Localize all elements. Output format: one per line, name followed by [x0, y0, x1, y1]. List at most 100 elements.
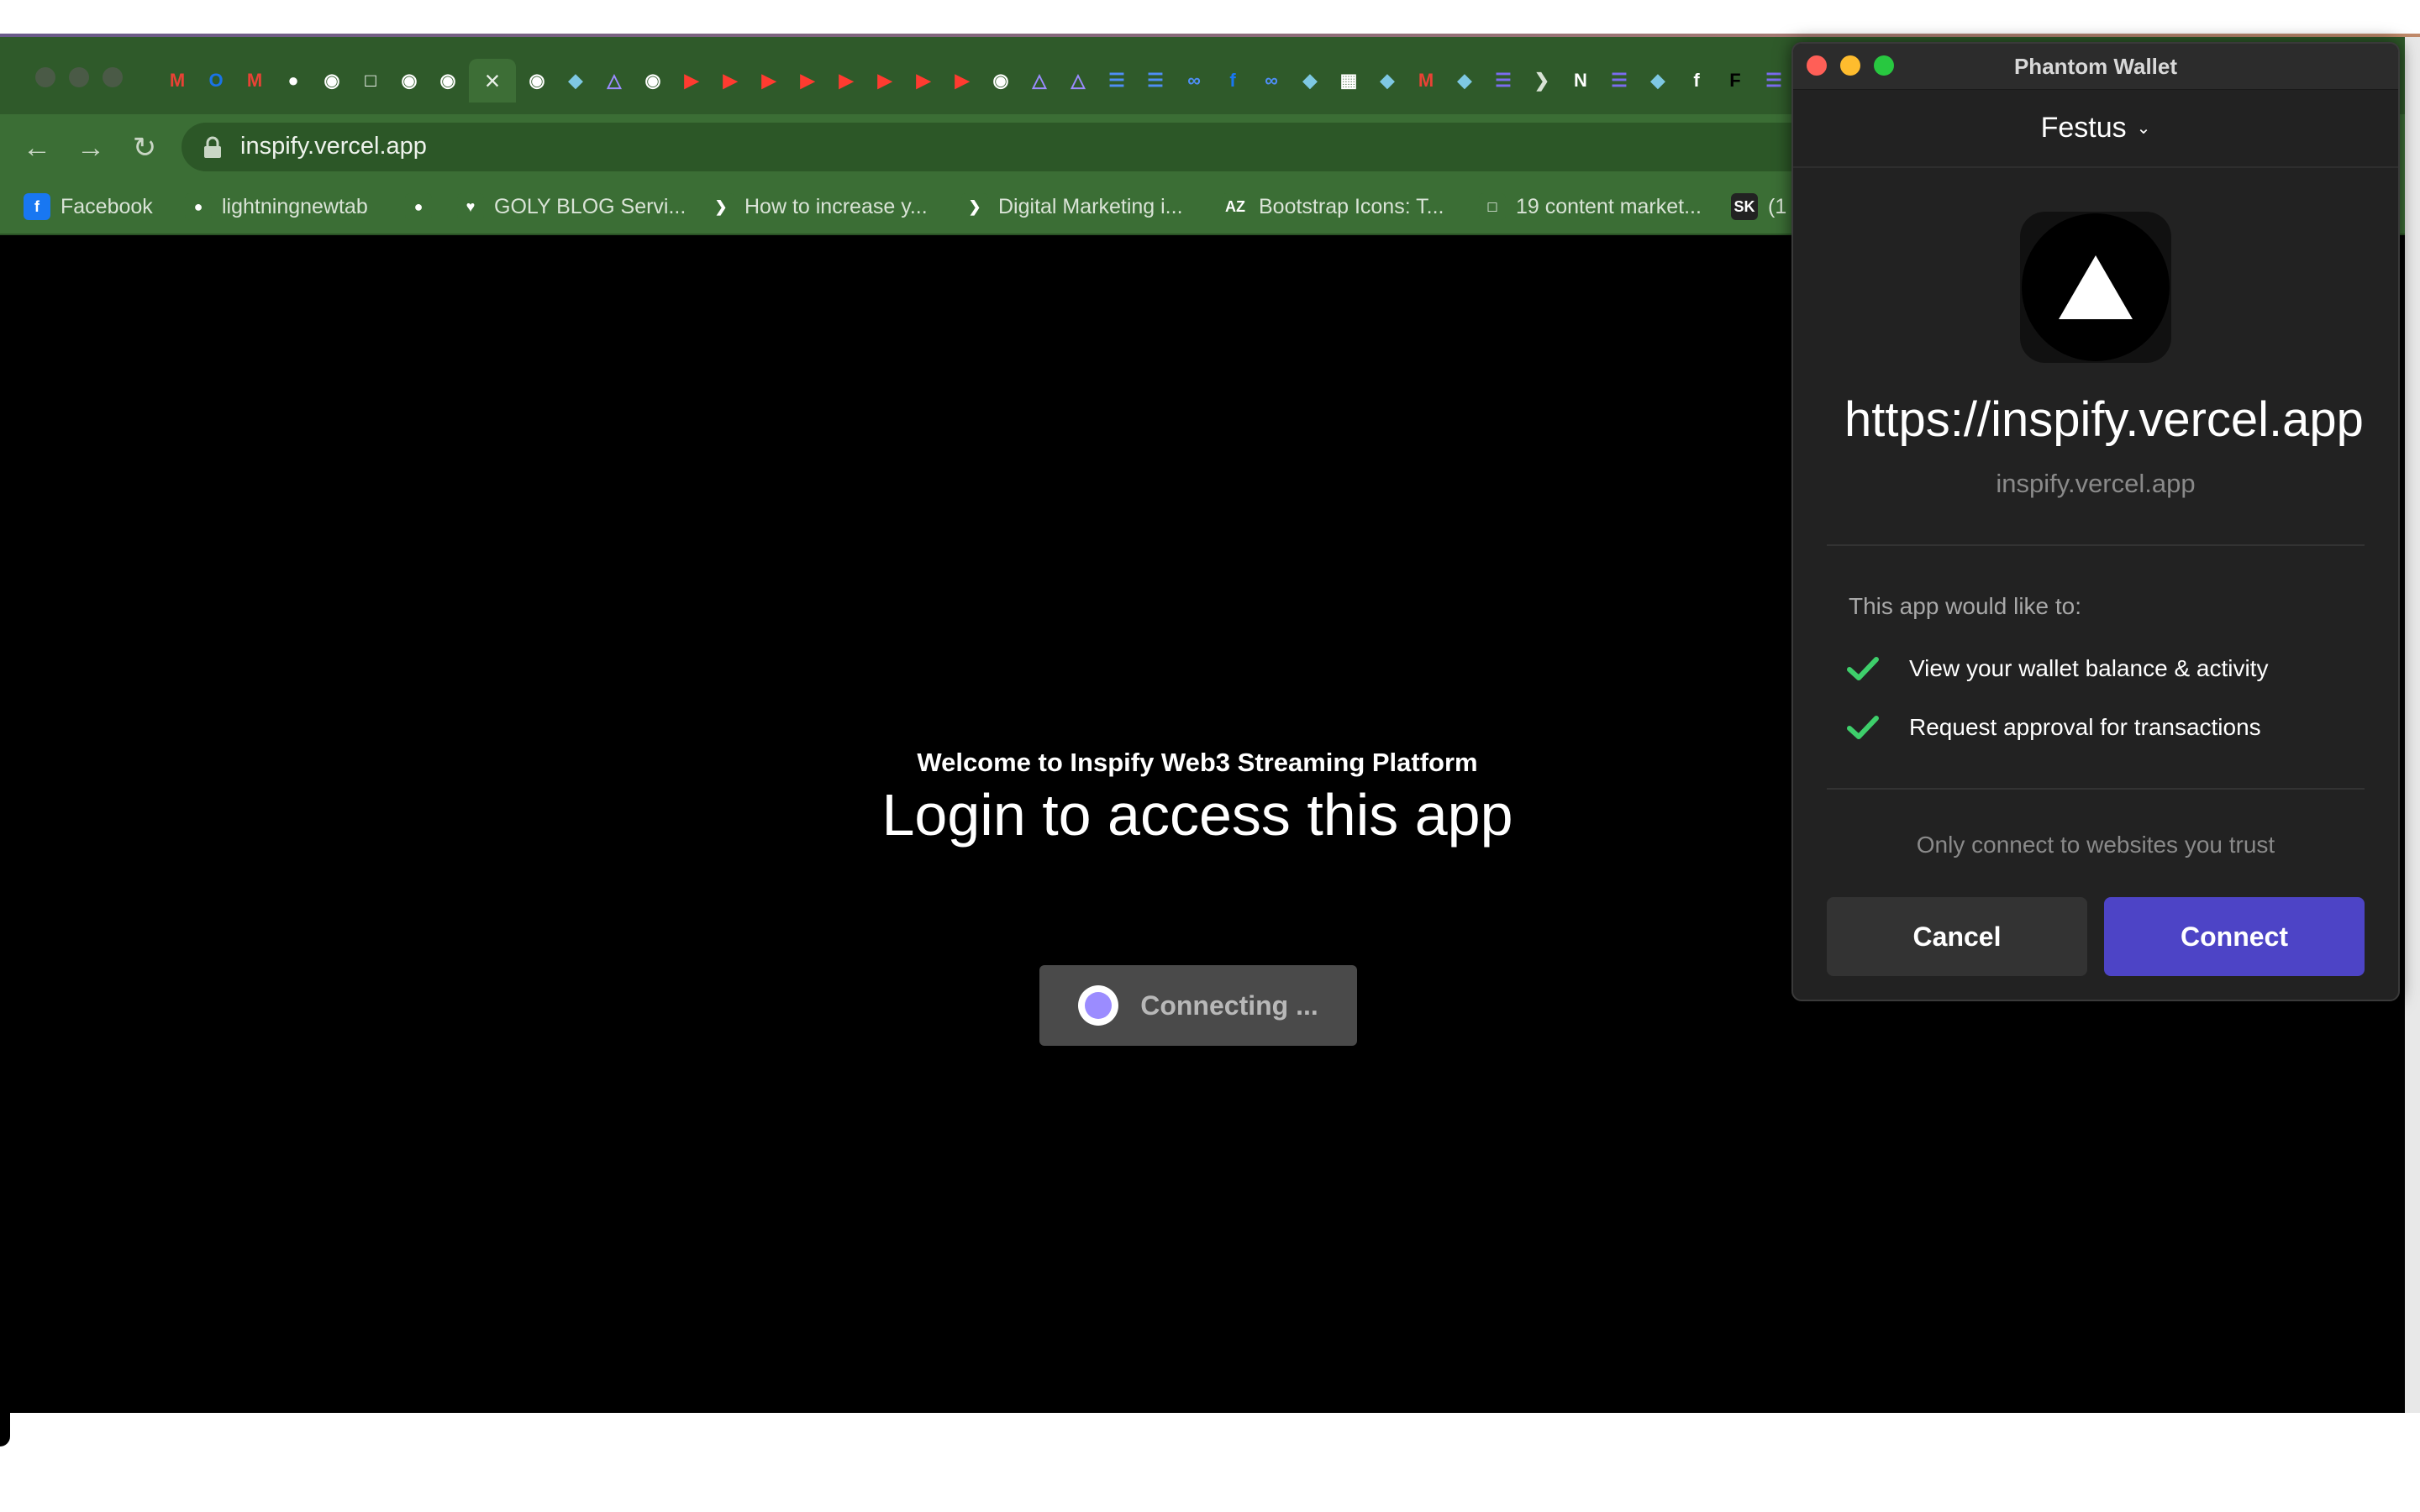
connecting-button[interactable]: Connecting ... — [1039, 965, 1357, 1046]
pixel-icon[interactable]: △ — [597, 63, 632, 98]
youtube-icon[interactable]: ▶ — [713, 63, 748, 98]
docs-icon[interactable]: ☰ — [1138, 63, 1173, 98]
popup-titlebar: Phantom Wallet — [1793, 44, 2398, 90]
permission-item: View your wallet balance & activity — [1847, 652, 2268, 685]
meta-icon[interactable]: ∞ — [1254, 63, 1289, 98]
github-icon[interactable]: ◉ — [430, 63, 466, 98]
bookmark-item[interactable]: ❯ How to increase y... — [708, 192, 928, 222]
arrow-icon: ❯ — [708, 193, 734, 220]
zoom-window-button[interactable] — [103, 67, 123, 87]
codepen-icon[interactable]: □ — [353, 63, 388, 98]
back-arrow-icon[interactable]: ← — [20, 131, 54, 165]
trust-note: Only connect to websites you trust — [1916, 832, 2275, 858]
permission-text: Request approval for transactions — [1909, 714, 2261, 740]
youtube-icon[interactable]: ▶ — [906, 63, 941, 98]
address-bar[interactable]: inspify.vercel.app — [182, 123, 1946, 171]
facebook-icon[interactable]: f — [1215, 63, 1250, 98]
bookmark-label: Bootstrap Icons: T... — [1259, 194, 1444, 218]
bookmark-item[interactable]: AZ Bootstrap Icons: T... — [1222, 192, 1444, 222]
bookmark-item[interactable]: ❯ Digital Marketing i... — [961, 192, 1183, 222]
list-icon[interactable]: ☰ — [1486, 63, 1521, 98]
bookmark-label: lightningnewtab — [222, 194, 368, 218]
notion-icon[interactable]: N — [1563, 63, 1598, 98]
github-icon[interactable]: ◉ — [635, 63, 671, 98]
outlook-icon[interactable]: O — [198, 63, 234, 98]
youtube-icon[interactable]: ▶ — [867, 63, 902, 98]
bookmark-label: (1 — [1768, 194, 1787, 218]
github-icon[interactable]: ◉ — [519, 63, 555, 98]
connecting-label: Connecting ... — [1140, 990, 1318, 1021]
cancel-button[interactable]: Cancel — [1827, 897, 2087, 976]
site-logo — [2020, 212, 2171, 363]
bookmark-label: GOLY BLOG Servi... — [494, 194, 687, 218]
desktop-bottom — [0, 1413, 2420, 1512]
sk-icon: SK — [1731, 193, 1758, 220]
bookmark-label: 19 content market... — [1516, 194, 1702, 218]
github-icon[interactable]: ◉ — [314, 63, 350, 98]
site-domain: inspify.vercel.app — [1996, 469, 2196, 498]
bookmark-label: How to increase y... — [744, 194, 928, 218]
globe-icon[interactable]: ● — [276, 63, 311, 98]
docs-icon[interactable]: ☰ — [1099, 63, 1134, 98]
window-corner — [0, 1413, 10, 1446]
bookmark-item[interactable]: SK (1 — [1731, 192, 1786, 222]
phantom-ghost-icon — [1078, 985, 1119, 1026]
forward-arrow-icon[interactable]: → — [74, 131, 108, 165]
app-icon[interactable]: ◆ — [1292, 63, 1328, 98]
app-icon[interactable]: ◆ — [1447, 63, 1482, 98]
permissions-title: This app would like to: — [1849, 593, 2082, 619]
app-icon[interactable]: ◆ — [1640, 63, 1676, 98]
reload-icon[interactable]: ↻ — [128, 131, 161, 165]
github-icon[interactable]: ◉ — [392, 63, 427, 98]
az-icon: AZ — [1222, 193, 1249, 220]
youtube-icon[interactable]: ▶ — [674, 63, 709, 98]
divider — [1827, 544, 2365, 546]
divider — [1827, 788, 2365, 790]
bookmark-item[interactable]: ● lightningnewtab — [185, 192, 368, 222]
youtube-icon[interactable]: ▶ — [790, 63, 825, 98]
globe-icon: ● — [405, 193, 432, 220]
tab-close-icon[interactable]: × — [469, 59, 516, 102]
bookmark-item[interactable]: □ 19 content market... — [1479, 192, 1702, 222]
gmail-icon[interactable]: M — [237, 63, 272, 98]
permission-text: View your wallet balance & activity — [1909, 655, 2269, 681]
bookmark-item[interactable]: ● — [405, 192, 442, 222]
bookmark-label: Facebook — [60, 194, 153, 218]
meta-icon[interactable]: ∞ — [1176, 63, 1212, 98]
window-right-edge — [2405, 37, 2420, 1413]
lock-icon — [204, 136, 221, 158]
flip-icon[interactable]: f — [1679, 63, 1714, 98]
youtube-icon[interactable]: ▶ — [944, 63, 980, 98]
tabs-row: M O M ● ◉ □ ◉ ◉ × ◉ ◆ △ ◉ ▶ ▶ ▶ ▶ ▶ ▶ ▶ ▶ ◉ △ △ ☰ ☰ ∞ f ∞ ◆ ▦ ◆ M ◆ ☰ ❯ N ☰ ◆ f… — [160, 59, 1791, 102]
bookmark-item[interactable]: ♥ GOLY BLOG Servi... — [457, 192, 686, 222]
arrow-icon[interactable]: ❯ — [1524, 63, 1560, 98]
list-icon[interactable]: ☰ — [1602, 63, 1637, 98]
list-icon[interactable]: ☰ — [1756, 63, 1791, 98]
popup-title: Phantom Wallet — [2013, 54, 2178, 79]
minimize-window-button[interactable] — [69, 67, 89, 87]
account-name: Festus — [2040, 111, 2127, 144]
app-icon[interactable]: ◆ — [558, 63, 593, 98]
seo-icon: □ — [1479, 193, 1506, 220]
desktop-background — [0, 0, 2420, 35]
bookmark-item[interactable]: f Facebook — [24, 192, 153, 222]
gmail-icon[interactable]: M — [160, 63, 195, 98]
bookmark-label: Digital Marketing i... — [998, 194, 1183, 218]
account-selector[interactable]: Festus ⌄ — [1793, 89, 2398, 168]
app-icon[interactable]: ◆ — [1370, 63, 1405, 98]
youtube-icon[interactable]: ▶ — [751, 63, 786, 98]
facebook-icon: f — [24, 193, 50, 220]
youtube-icon[interactable]: ▶ — [829, 63, 864, 98]
heart-icon: ♥ — [457, 193, 484, 220]
address-text: inspify.vercel.app — [240, 133, 427, 160]
pixel-icon[interactable]: △ — [1022, 63, 1057, 98]
triangle-icon — [2059, 255, 2133, 319]
github-icon[interactable]: ◉ — [983, 63, 1018, 98]
fc-icon[interactable]: F — [1718, 63, 1753, 98]
close-window-button[interactable] — [35, 67, 55, 87]
qr-icon[interactable]: ▦ — [1331, 63, 1366, 98]
permission-item: Request approval for transactions — [1847, 711, 2261, 744]
pixel-icon[interactable]: △ — [1060, 63, 1096, 98]
gmail-icon[interactable]: M — [1408, 63, 1444, 98]
connect-button[interactable]: Connect — [2104, 897, 2365, 976]
